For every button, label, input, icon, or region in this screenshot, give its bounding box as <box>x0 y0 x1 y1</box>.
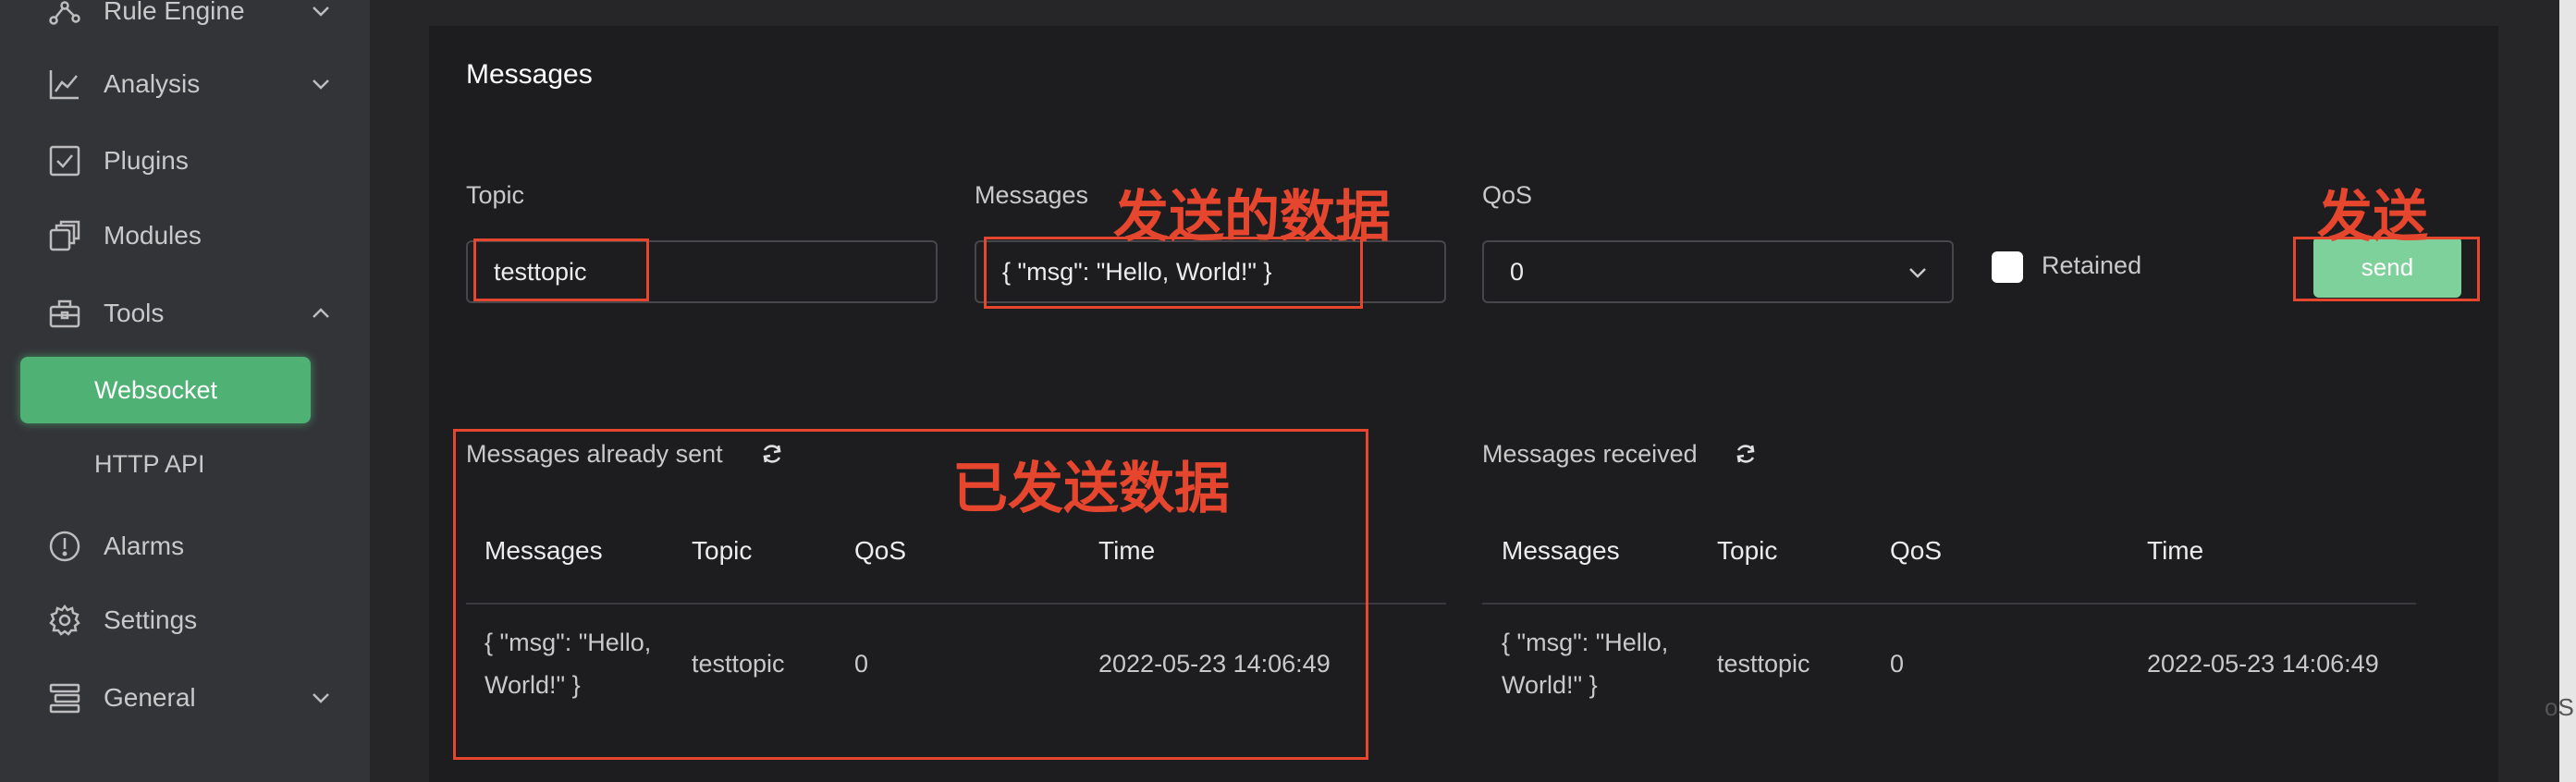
received-header-qos: QoS <box>1890 536 1943 565</box>
refresh-icon[interactable] <box>1734 442 1758 466</box>
retained-label: Retained <box>2042 251 2142 279</box>
messages-label: Messages <box>975 181 1089 209</box>
sidebar-item-label: General <box>104 683 196 712</box>
analysis-chart-icon <box>48 67 81 101</box>
qos-label: QoS <box>1482 181 1533 209</box>
received-cell-time: 2022-05-23 14:06:49 <box>2147 650 2379 678</box>
chevron-down-icon <box>1907 263 1928 283</box>
annotation-text-sent-data: 已发送数据 <box>952 457 1230 521</box>
received-table-row: { "msg": "Hello, World!" } testtopic 0 2… <box>1482 605 2416 725</box>
sidebar-item-label: Rule Engine <box>104 0 245 25</box>
sidebar-item-settings[interactable]: Settings <box>0 583 370 657</box>
toolbox-icon <box>48 297 81 330</box>
topic-label: Topic <box>466 181 525 209</box>
annotation-box-topic <box>473 238 649 301</box>
received-cell-message-line1: { "msg": "Hello, <box>1502 629 1669 656</box>
chevron-up-icon <box>309 301 333 325</box>
sidebar-item-label: Tools <box>104 299 165 327</box>
qos-select-value: 0 <box>1510 258 1525 286</box>
received-cell-topic: testtopic <box>1717 650 1810 678</box>
received-cell-message-line2: World!" } <box>1502 671 1598 699</box>
sidebar-item-general[interactable]: General <box>0 661 370 735</box>
sidebar: Rule Engine Analysis Plugins Modules Too… <box>0 0 370 782</box>
modules-icon <box>48 219 81 252</box>
sidebar-subitem-http-api[interactable]: HTTP API <box>20 431 311 497</box>
chevron-down-icon <box>309 686 333 710</box>
sidebar-subitem-label: HTTP API <box>94 450 205 478</box>
plugins-checkbox-icon <box>48 144 81 177</box>
annotation-text-data-to-send: 发送的数据 <box>1113 185 1391 250</box>
sidebar-item-rule-engine[interactable]: Rule Engine <box>0 0 370 48</box>
received-header-messages: Messages <box>1502 536 1620 565</box>
sidebar-item-plugins[interactable]: Plugins <box>0 124 370 198</box>
received-cell-qos: 0 <box>1890 650 1905 678</box>
sidebar-item-label: Plugins <box>104 146 189 175</box>
chevron-down-icon <box>309 0 333 23</box>
annotation-box-sent-table <box>453 429 1368 760</box>
sidebar-item-label: Alarms <box>104 532 185 560</box>
annotation-text-send: 发送 <box>2317 185 2428 250</box>
qos-select[interactable]: 0 <box>1482 240 1954 303</box>
received-cell-message: { "msg": "Hello, World!" } <box>1502 621 1668 706</box>
sidebar-subitem-label: Websocket <box>94 376 218 404</box>
edge-text: oS <box>2545 693 2574 721</box>
received-header-topic: Topic <box>1717 536 1778 565</box>
card-title: Messages <box>466 59 593 90</box>
sidebar-item-label: Settings <box>104 605 198 634</box>
sidebar-subitem-websocket[interactable]: Websocket <box>20 357 311 423</box>
alarm-exclamation-icon <box>48 530 81 563</box>
settings-gear-icon <box>48 604 81 637</box>
sidebar-item-label: Modules <box>104 221 202 250</box>
sidebar-item-alarms[interactable]: Alarms <box>0 509 370 583</box>
rule-engine-icon <box>48 0 81 28</box>
sidebar-item-tools[interactable]: Tools <box>0 276 370 350</box>
sidebar-item-analysis[interactable]: Analysis <box>0 47 370 121</box>
general-stack-icon <box>48 681 81 715</box>
received-header-time: Time <box>2147 536 2204 565</box>
page-edge-strip <box>2559 0 2576 782</box>
retained-checkbox[interactable] <box>1992 251 2023 283</box>
chevron-down-icon <box>309 72 333 96</box>
sidebar-item-label: Analysis <box>104 69 201 98</box>
received-section-title: Messages received <box>1482 440 1698 468</box>
sidebar-item-modules[interactable]: Modules <box>0 199 370 273</box>
